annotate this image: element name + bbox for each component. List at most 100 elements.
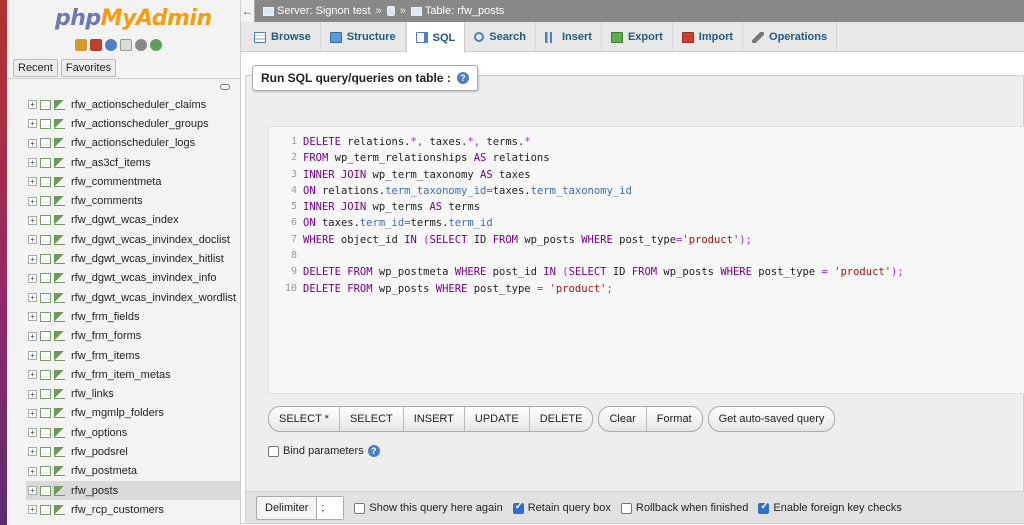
table-structure-icon[interactable]: [54, 292, 65, 303]
option-label[interactable]: Enable foreign key checks: [773, 502, 901, 514]
sidebar-table-label[interactable]: rfw_commentmeta: [71, 176, 161, 188]
option-label[interactable]: Retain query box: [528, 502, 611, 514]
sidebar-table-item[interactable]: + rfw_dgwt_wcas_invindex_hitlist: [26, 249, 240, 268]
sql-code-text[interactable]: ON taxes.term_id=terms.term_id: [303, 215, 493, 231]
tab-search[interactable]: Search: [465, 22, 536, 52]
tab-insert[interactable]: Insert: [536, 22, 602, 52]
sql-code-line[interactable]: 10 DELETE FROM wp_posts WHERE post_type =…: [269, 281, 904, 297]
expand-icon[interactable]: +: [28, 389, 37, 399]
sql-editor[interactable]: 1 DELETE relations.*, taxes.*, terms.* 2 FR…: [268, 126, 1024, 394]
logout-icon[interactable]: [90, 39, 102, 51]
table-browse-icon[interactable]: [40, 196, 51, 207]
table-browse-icon[interactable]: [40, 234, 51, 245]
sidebar-table-label[interactable]: rfw_postmeta: [71, 465, 137, 477]
sidebar-table-item[interactable]: + rfw_frm_fields: [26, 307, 240, 326]
bind-parameters-label[interactable]: Bind parameters: [283, 445, 364, 457]
sidebar-table-item[interactable]: + rfw_links: [26, 384, 240, 403]
sidebar-table-item[interactable]: + rfw_as3cf_items: [26, 153, 240, 172]
sidebar-table-item[interactable]: + rfw_postmeta: [26, 462, 240, 481]
table-browse-icon[interactable]: [40, 138, 51, 149]
table-structure-icon[interactable]: [54, 369, 65, 380]
sql-code-line[interactable]: 4 ON relations.term_taxonomy_id=taxes.ter…: [269, 183, 904, 199]
sidebar-table-label[interactable]: rfw_actionscheduler_logs: [71, 137, 195, 149]
table-structure-icon[interactable]: [54, 196, 65, 207]
expand-icon[interactable]: +: [28, 273, 37, 283]
table-browse-icon[interactable]: [40, 408, 51, 419]
sidebar-table-label[interactable]: rfw_comments: [71, 195, 143, 207]
expand-icon[interactable]: +: [28, 486, 37, 496]
option-enable-foreign-key-checks[interactable]: Enable foreign key checks: [758, 501, 902, 514]
table-structure-icon[interactable]: [54, 427, 65, 438]
sidebar-table-label[interactable]: rfw_dgwt_wcas_invindex_wordlist: [71, 292, 236, 304]
option-checkbox[interactable]: [512, 501, 524, 514]
expand-icon[interactable]: +: [28, 370, 37, 380]
sidebar-table-label[interactable]: rfw_actionscheduler_claims: [71, 99, 206, 111]
sidebar-table-label[interactable]: rfw_options: [71, 427, 127, 439]
sidebar-table-item[interactable]: + rfw_comments: [26, 191, 240, 210]
bind-parameters-help-icon[interactable]: ?: [367, 445, 380, 457]
sql-code-line[interactable]: 9 DELETE FROM wp_postmeta WHERE post_id I…: [269, 264, 904, 280]
delete-button[interactable]: DELETE: [530, 407, 593, 431]
table-browse-icon[interactable]: [40, 176, 51, 187]
table-structure-icon[interactable]: [54, 254, 65, 265]
table-structure-icon[interactable]: [54, 138, 65, 149]
breadcrumb-server[interactable]: Server: Signon test: [263, 5, 371, 17]
table-structure-icon[interactable]: [54, 504, 65, 515]
tab-operations[interactable]: Operations: [743, 22, 838, 52]
sql-code-line[interactable]: 8: [269, 248, 904, 264]
table-structure-icon[interactable]: [54, 446, 65, 457]
sidebar-table-label[interactable]: rfw_links: [71, 388, 114, 400]
phpmyadmin-logo[interactable]: phpMyAdmin: [55, 6, 212, 31]
sql-code-text[interactable]: DELETE FROM wp_postmeta WHERE post_id IN…: [303, 264, 904, 280]
sidebar-table-item[interactable]: + rfw_posts: [26, 480, 240, 501]
option-show-this-query-here-again[interactable]: Show this query here again: [354, 502, 503, 514]
table-browse-icon[interactable]: [40, 350, 51, 361]
sql-code-line[interactable]: 2 FROM wp_term_relationships AS relations: [269, 150, 904, 166]
sql-code-text[interactable]: DELETE relations.*, taxes.*, terms.*: [303, 134, 531, 150]
table-browse-icon[interactable]: [40, 485, 51, 496]
table-browse-icon[interactable]: [40, 311, 51, 322]
table-browse-icon[interactable]: [40, 215, 51, 226]
table-browse-icon[interactable]: [40, 446, 51, 457]
option-label[interactable]: Rollback when finished: [636, 502, 749, 514]
option-retain-query-box[interactable]: Retain query box: [512, 501, 611, 514]
expand-icon[interactable]: +: [28, 119, 37, 129]
expand-icon[interactable]: +: [28, 100, 37, 110]
favorites-tab[interactable]: Favorites: [60, 59, 117, 77]
breadcrumb-table-label[interactable]: Table: rfw_posts: [425, 5, 504, 17]
table-browse-icon[interactable]: [40, 254, 51, 265]
option-label[interactable]: Show this query here again: [369, 502, 502, 514]
sidebar-table-item[interactable]: + rfw_actionscheduler_groups: [26, 114, 240, 133]
sidebar-table-label[interactable]: rfw_frm_forms: [71, 330, 141, 342]
table-structure-icon[interactable]: [54, 350, 65, 361]
sidebar-table-item[interactable]: + rfw_actionscheduler_logs: [26, 134, 240, 153]
sql-code-text[interactable]: WHERE object_id IN (SELECT ID FROM wp_po…: [303, 232, 752, 248]
tab-export[interactable]: Export: [602, 22, 673, 52]
sidebar-table-label[interactable]: rfw_frm_item_metas: [71, 369, 171, 381]
format-button[interactable]: Format: [647, 407, 702, 431]
tab-import[interactable]: Import: [673, 22, 744, 52]
table-structure-icon[interactable]: [54, 118, 65, 129]
table-browse-icon[interactable]: [40, 99, 51, 110]
update-button[interactable]: UPDATE: [465, 407, 530, 431]
clear-button[interactable]: Clear: [599, 407, 647, 431]
table-structure-icon[interactable]: [54, 389, 65, 400]
sql-code-line[interactable]: 1 DELETE relations.*, taxes.*, terms.*: [269, 134, 904, 150]
sql-code-text[interactable]: FROM wp_term_relationships AS relations: [303, 150, 550, 166]
table-structure-icon[interactable]: [54, 273, 65, 284]
sidebar-table-label[interactable]: rfw_dgwt_wcas_invindex_info: [71, 272, 217, 284]
table-structure-icon[interactable]: [54, 466, 65, 477]
breadcrumb-server-label[interactable]: Server: Signon test: [277, 5, 371, 17]
expand-icon[interactable]: +: [28, 428, 37, 438]
sidebar-table-label[interactable]: rfw_dgwt_wcas_invindex_doclist: [71, 234, 230, 246]
link-with-main-icon[interactable]: [220, 84, 230, 90]
expand-icon[interactable]: +: [28, 158, 37, 168]
expand-icon[interactable]: +: [28, 351, 37, 360]
expand-icon[interactable]: +: [28, 196, 37, 206]
expand-icon[interactable]: +: [28, 254, 37, 264]
expand-icon[interactable]: +: [28, 447, 37, 457]
expand-icon[interactable]: +: [28, 312, 37, 322]
help-icon[interactable]: [105, 39, 117, 51]
expand-icon[interactable]: +: [28, 293, 37, 303]
table-browse-icon[interactable]: [40, 118, 51, 129]
